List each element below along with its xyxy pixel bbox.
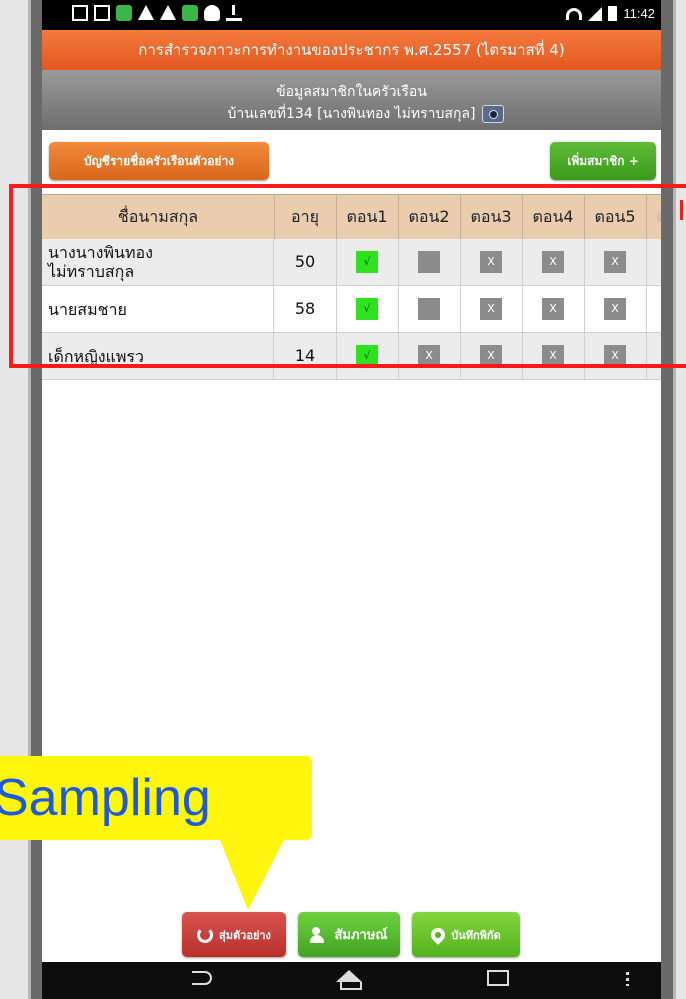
record-location-button-label: บันทึกพิกัด <box>451 928 501 942</box>
camera-icon[interactable] <box>482 105 504 123</box>
warning-icon <box>138 5 154 20</box>
status-bar: 11:42 <box>42 0 661 30</box>
refresh-icon <box>197 926 214 943</box>
overflow-menu-icon[interactable] <box>626 972 629 986</box>
interview-button[interactable]: สัมภาษณ์ <box>298 912 400 957</box>
image-notification-icon <box>94 5 110 21</box>
sample-button-label: สุ่มตัวอย่าง <box>219 928 271 942</box>
android-nav-bar <box>42 962 661 999</box>
table-highlight-box <box>9 184 686 368</box>
household-info-header: ข้อมูลสมาชิกในครัวเรือน บ้านเลขที่134 [น… <box>42 70 661 130</box>
record-location-button[interactable]: บันทึกพิกัด <box>412 912 520 957</box>
home-icon[interactable] <box>336 970 362 990</box>
clock: 11:42 <box>623 6 655 21</box>
back-icon[interactable] <box>192 971 212 985</box>
annotation-mark <box>680 200 683 220</box>
section-title: ข้อมูลสมาชิกในครัวเรือน <box>276 84 427 100</box>
sample-button[interactable]: สุ่มตัวอย่าง <box>182 912 286 957</box>
battery-icon <box>608 6 618 21</box>
app-title-bar: การสำรวจภาวะการทำงานของประชากร พ.ศ.2557 … <box>42 30 661 70</box>
wifi-icon <box>566 7 583 20</box>
screenshot-notification-icon <box>72 5 88 21</box>
warning-icon <box>160 5 176 20</box>
app-title: การสำรวจภาวะการทำงานของประชากร พ.ศ.2557 … <box>138 41 565 59</box>
download-icon <box>226 5 242 21</box>
app-screen: 11:42 การสำรวจภาวะการทำงานของประชากร พ.ศ… <box>42 0 661 999</box>
callout-pointer <box>220 840 284 910</box>
household-list-button[interactable]: บัญชีรายชื่อครัวเรือนตัวอย่าง <box>49 142 269 180</box>
household-address: บ้านเลขที่134 [นางพินทอง ไม่ทราบสกุล] <box>227 106 476 122</box>
users-icon <box>310 926 328 943</box>
recent-apps-icon[interactable] <box>487 970 509 986</box>
cloud-upload-icon <box>204 5 220 21</box>
chat-app-icon <box>116 5 132 21</box>
bottom-action-bar: สุ่มตัวอย่าง สัมภาษณ์ บันทึกพิกัด <box>42 912 661 957</box>
location-pin-icon <box>428 924 449 945</box>
sampling-callout: Sampling <box>0 756 312 840</box>
system-status: 11:42 <box>566 6 655 21</box>
signal-icon <box>588 6 603 21</box>
interview-button-label: สัมภาษณ์ <box>334 928 388 943</box>
chat-app-icon <box>182 5 198 21</box>
add-member-button[interactable]: เพิ่มสมาชิก + <box>550 142 656 180</box>
notification-icons <box>72 5 242 21</box>
